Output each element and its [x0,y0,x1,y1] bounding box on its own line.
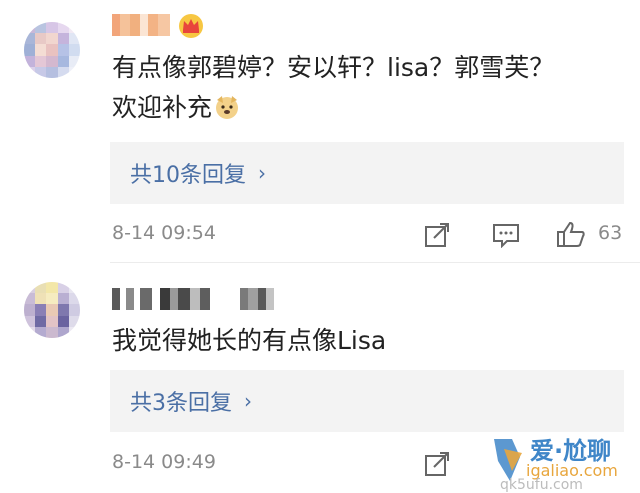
reply-box[interactable]: 共3条回复 › [110,370,624,432]
comment-icon[interactable] [492,222,520,248]
share-icon[interactable] [424,222,450,248]
view-replies-label: 共10条回复 [130,163,246,188]
share-icon[interactable] [424,451,450,477]
doge-icon [216,96,239,119]
avatar[interactable] [24,22,80,78]
crown-icon [179,14,203,38]
username-mosaic [112,288,274,310]
comment-text-line2: 欢迎补充 [112,93,213,122]
reply-box[interactable]: 共10条回复 › [110,142,624,204]
view-replies-link[interactable]: 共3条回复 › [130,385,252,417]
watermark-url-secondary: qk5ufu.com [500,477,583,493]
username-mosaic [112,14,170,36]
comment-meta: 8-14 09:54 63 [0,214,640,254]
avatar[interactable] [24,282,80,338]
like-icon[interactable] [556,220,586,248]
like-count: 63 [598,222,623,244]
timestamp: 8-14 09:54 [112,222,216,244]
username[interactable] [112,8,206,42]
view-replies-link[interactable]: 共10条回复 › [130,157,266,189]
view-replies-label: 共3条回复 [130,391,232,416]
comment-1: 有点像郭碧婷？安以轩？lisa？郭雪芙？ 欢迎补充 共10条回复 › 8-14 … [0,0,640,262]
chevron-right-icon: › [258,161,266,185]
comment-text: 有点像郭碧婷？安以轩？lisa？郭雪芙？ 欢迎补充 [112,48,622,128]
watermark: 爱·尬聊 igaliao.com qk5ufu.com [490,431,640,493]
timestamp: 8-14 09:49 [112,451,216,473]
comment-text: 我觉得她长的有点像Lisa [112,326,387,355]
comment-text-line1: 有点像郭碧婷？安以轩？lisa？郭雪芙？ [112,53,555,82]
chevron-right-icon: › [244,389,252,413]
username[interactable] [112,282,274,316]
